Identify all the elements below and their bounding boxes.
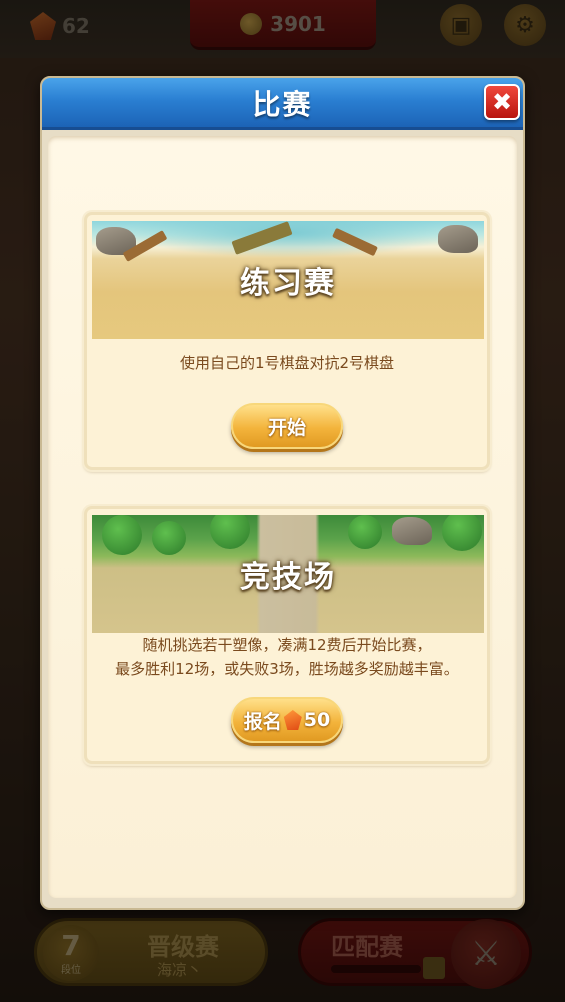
practice-banner-image: 练习赛 — [92, 221, 484, 339]
practice-description: 使用自己的1号棋盘对抗2号棋盘 — [179, 354, 395, 372]
start-button-label: 开始 — [267, 416, 306, 439]
dialog-body: 练习赛 使用自己的1号棋盘对抗2号棋盘 开始 竞技场 随机挑选若干塑像，凑满12… — [48, 136, 517, 898]
tree-decoration — [442, 515, 482, 551]
tree-decoration — [210, 515, 250, 549]
close-button[interactable]: ✖ — [484, 84, 520, 120]
arena-description-line-2: 最多胜利12场，或失败3场，胜场越多奖励越丰富。 — [115, 660, 459, 678]
tree-decoration — [348, 515, 382, 549]
dialog-header: 比赛 ✖ — [42, 78, 523, 130]
practice-mode-card: 练习赛 使用自己的1号棋盘对抗2号棋盘 开始 — [84, 212, 490, 470]
practice-title: 练习赛 — [240, 266, 336, 301]
tree-decoration — [102, 515, 142, 555]
wreck-decoration — [332, 227, 378, 257]
signup-cost: 50 — [303, 709, 331, 731]
signup-button-label: 报名 — [243, 710, 282, 733]
arena-title: 竞技场 — [240, 560, 336, 595]
arena-mode-card: 竞技场 随机挑选若干塑像，凑满12费后开始比赛， 最多胜利12场，或失败3场，胜… — [84, 506, 490, 764]
arena-description-line-1: 随机挑选若干塑像，凑满12费后开始比赛， — [142, 636, 432, 654]
close-icon: ✖ — [491, 88, 513, 116]
tree-decoration — [152, 521, 186, 555]
signup-button[interactable]: 报名 50 — [231, 697, 343, 743]
rock-decoration — [392, 517, 432, 545]
gem-icon — [283, 710, 302, 730]
match-dialog: 比赛 ✖ 练习赛 使用自己的1号棋盘对抗2号棋盘 开始 竞技场 随机挑选若干塑像… — [40, 76, 525, 910]
boat-decoration — [231, 221, 293, 255]
rock-decoration — [438, 225, 478, 253]
arena-banner-image: 竞技场 — [92, 515, 484, 633]
dialog-title: 比赛 — [252, 87, 313, 121]
arena-description: 随机挑选若干塑像，凑满12费后开始比赛， 最多胜利12场，或失败3场，胜场越多奖… — [87, 633, 487, 681]
start-button[interactable]: 开始 — [231, 403, 343, 449]
